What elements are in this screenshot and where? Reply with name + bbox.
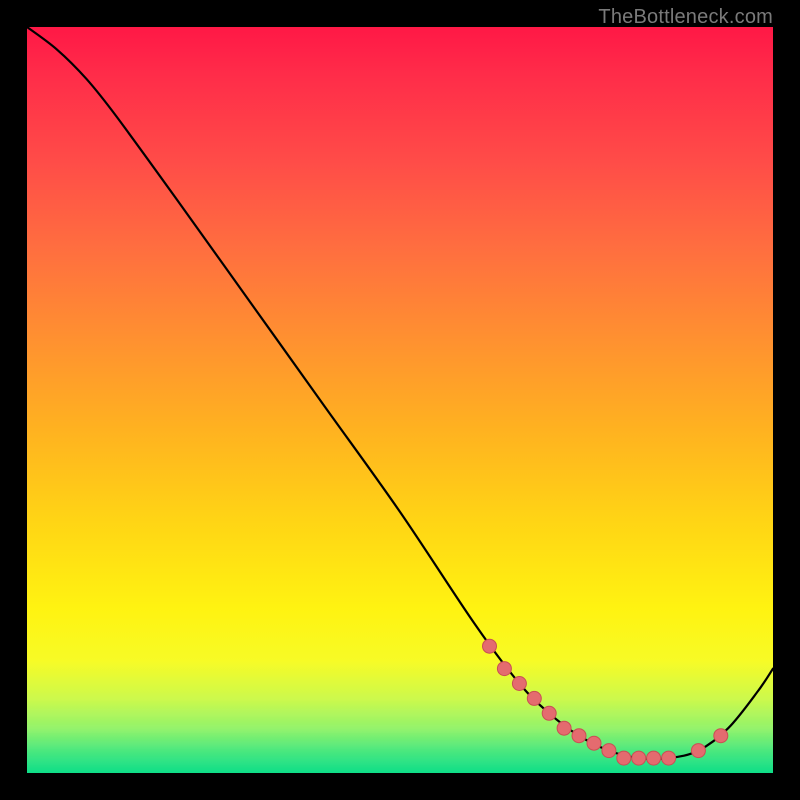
gradient-bands: [27, 653, 773, 773]
bottleneck-curve: [27, 27, 773, 759]
curve-marker: [483, 639, 497, 653]
chart-frame: TheBottleneck.com: [0, 0, 800, 800]
plot-area: [27, 27, 773, 773]
attribution-text: TheBottleneck.com: [598, 6, 773, 29]
